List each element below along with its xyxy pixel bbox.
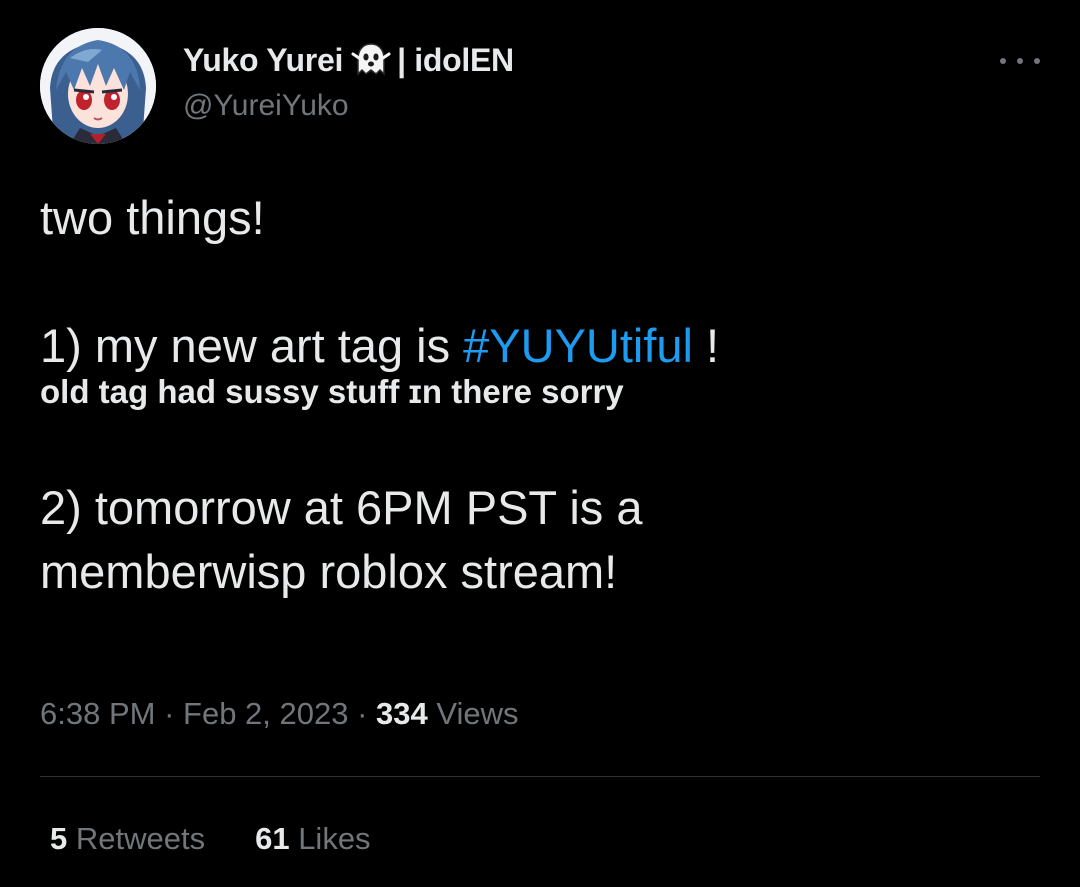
tweet-text-segment: 1) my new art tag is (40, 319, 464, 372)
author-info: Yuko Yurei | idolEN @YureiYuko (183, 40, 514, 126)
more-dot (1034, 58, 1040, 64)
tweet-header: Yuko Yurei | idolEN @YureiYuko (40, 28, 1040, 144)
author-name-suffix: | idolEN (397, 42, 514, 78)
tweet-stats: 5 Retweets 61 Likes (50, 819, 371, 859)
more-options-button[interactable] (1000, 46, 1040, 76)
author-name-text: Yuko Yurei (183, 42, 344, 78)
avatar[interactable] (40, 28, 156, 144)
meta-separator: · (155, 696, 184, 731)
tweet-text-segment: ! (693, 319, 720, 372)
tweet-line: memberwisp roblox stream! (40, 545, 618, 598)
retweets-label: Retweets (67, 821, 206, 856)
ghost-icon (351, 40, 391, 80)
retweets-stat[interactable]: 5 Retweets (50, 819, 205, 859)
hashtag-link[interactable]: #YUYUtiful (463, 319, 693, 372)
views-count: 334 (376, 696, 428, 731)
author-handle[interactable]: @YureiYuko (183, 86, 514, 126)
tweet-line-bold: old tag had sussy stuff ɪn there sorry (40, 373, 624, 410)
tweet-line: 2) tomorrow at 6PM PST is a (40, 481, 643, 534)
more-horizontal-icon (1000, 58, 1006, 64)
tweet-meta: 6:38 PM · Feb 2, 2023 · 334 Views (40, 694, 519, 734)
likes-label: Likes (289, 821, 371, 856)
tweet-date[interactable]: Feb 2, 2023 (183, 696, 348, 731)
tweet-spacer (40, 250, 1040, 314)
retweets-count: 5 (50, 821, 68, 856)
views-label: Views (427, 696, 519, 731)
tweet-spacer (40, 412, 1040, 476)
likes-count: 61 (255, 821, 290, 856)
tweet-time[interactable]: 6:38 PM (40, 696, 155, 731)
anime-avatar-icon (40, 28, 156, 144)
author-display-name[interactable]: Yuko Yurei | idolEN (183, 40, 514, 80)
meta-separator: · (348, 696, 377, 731)
more-dot (1017, 58, 1023, 64)
divider (40, 776, 1040, 777)
likes-stat[interactable]: 61 Likes (255, 819, 370, 859)
tweet-text: two things! 1) my new art tag is #YUYUti… (40, 186, 1040, 604)
tweet-line: 1) my new art tag is #YUYUtiful ! (40, 314, 1040, 378)
tweet-line: two things! (40, 191, 265, 244)
